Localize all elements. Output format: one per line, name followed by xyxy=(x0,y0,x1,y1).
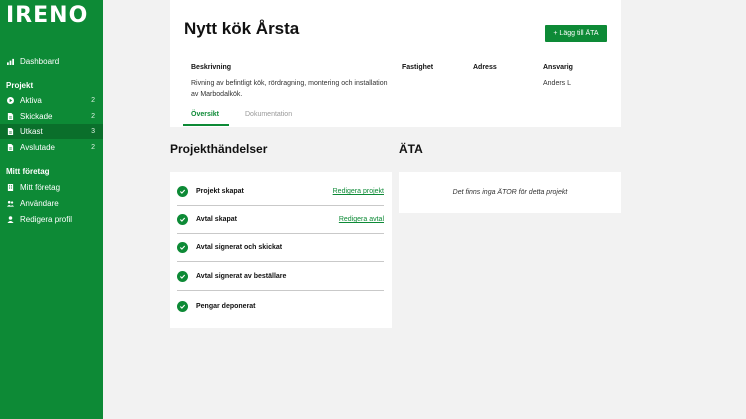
ata-section-title: ÄTA xyxy=(399,142,423,156)
building-icon xyxy=(7,184,14,191)
check-circle-icon xyxy=(177,214,188,225)
sidebar-item-skickade[interactable]: Skickade 2 xyxy=(0,109,103,124)
document-icon xyxy=(7,128,14,135)
sidebar-item-label: Dashboard xyxy=(20,57,60,66)
add-ata-button[interactable]: + Lägg till ÄTA xyxy=(545,25,607,42)
event-label: Avtal signerat av beställare xyxy=(196,273,287,280)
fastighet-label: Fastighet xyxy=(402,64,434,71)
sidebar-item-label: Användare xyxy=(20,199,59,208)
nav-heading-mitt-foretag: Mitt företag xyxy=(6,167,50,176)
event-label: Avtal signerat och skickat xyxy=(196,244,283,251)
ireno-logo[interactable]: IRENO xyxy=(6,3,88,28)
sidebar-item-dashboard[interactable]: Dashboard xyxy=(0,54,103,69)
sidebar-item-redigera-profil[interactable]: Redigera profil xyxy=(0,212,103,227)
sidebar-item-utkast[interactable]: Utkast 3 xyxy=(0,124,103,139)
ata-empty-message: Det finns inga ÄTOR för detta projekt xyxy=(452,189,568,196)
sidebar-item-mitt-foretag[interactable]: Mitt företag xyxy=(0,180,103,195)
sidebar-item-anvandare[interactable]: Användare xyxy=(0,196,103,211)
sidebar-item-label: Utkast xyxy=(20,127,43,136)
event-row: Avtal skapat Redigera avtal xyxy=(177,206,384,234)
sidebar-item-avslutade[interactable]: Avslutade 2 xyxy=(0,140,103,155)
edit-project-link[interactable]: Redigera projekt xyxy=(333,188,384,195)
tab-oversikt[interactable]: Översikt xyxy=(191,111,219,118)
event-row: Avtal signerat av beställare xyxy=(177,263,384,291)
beskrivning-label: Beskrivning xyxy=(191,64,232,71)
event-row: Projekt skapat Redigera projekt xyxy=(177,178,384,206)
sidebar-item-label: Aktiva xyxy=(20,96,42,105)
chart-icon xyxy=(7,58,14,65)
check-circle-icon xyxy=(177,300,188,312)
event-row: Pengar deponerat xyxy=(177,292,384,320)
sidebar-item-label: Mitt företag xyxy=(20,183,61,192)
count-badge: 2 xyxy=(91,113,95,120)
user-icon xyxy=(7,216,14,223)
page-title: Nytt kök Årsta xyxy=(184,19,300,38)
check-circle-icon xyxy=(177,271,188,282)
event-row: Avtal signerat och skickat xyxy=(177,234,384,262)
event-label: Pengar deponerat xyxy=(196,302,256,310)
nav-heading-projekt: Projekt xyxy=(6,81,34,90)
active-tab-indicator xyxy=(183,124,229,126)
tab-dokumentation[interactable]: Dokumentation xyxy=(245,111,292,118)
ansvarig-label: Ansvarig xyxy=(543,64,573,71)
adress-label: Adress xyxy=(473,64,497,71)
events-card: Projekt skapat Redigera projekt Avtal sk… xyxy=(170,172,392,328)
edit-contract-link[interactable]: Redigera avtal xyxy=(339,216,384,223)
ata-card: Det finns inga ÄTOR för detta projekt xyxy=(399,172,621,213)
sidebar-item-label: Skickade xyxy=(20,112,53,121)
count-badge: 2 xyxy=(91,97,95,104)
events-section-title: Projekthändelser xyxy=(170,142,268,156)
document-icon xyxy=(7,113,14,120)
sidebar-item-aktiva[interactable]: Aktiva 2 xyxy=(0,93,103,108)
play-icon xyxy=(7,97,14,104)
event-label: Avtal skapat xyxy=(196,216,237,223)
users-icon xyxy=(7,200,14,207)
document-icon xyxy=(7,144,14,151)
ansvarig-value: Anders L xyxy=(543,80,572,87)
beskrivning-value: Rivning av befintligt kök, rördragning, … xyxy=(191,80,388,98)
project-header-card: Nytt kök Årsta + Lägg till ÄTA Beskrivni… xyxy=(170,0,621,127)
count-badge: 3 xyxy=(91,128,95,135)
check-circle-icon xyxy=(177,242,188,253)
event-label: Projekt skapat xyxy=(196,188,244,195)
count-badge: 2 xyxy=(91,144,95,151)
sidebar: IRENO Dashboard Projekt Aktiva 2 Skickad… xyxy=(0,0,103,419)
sidebar-item-label: Redigera profil xyxy=(20,215,73,224)
sidebar-item-label: Avslutade xyxy=(20,143,55,152)
check-circle-icon xyxy=(177,186,188,197)
